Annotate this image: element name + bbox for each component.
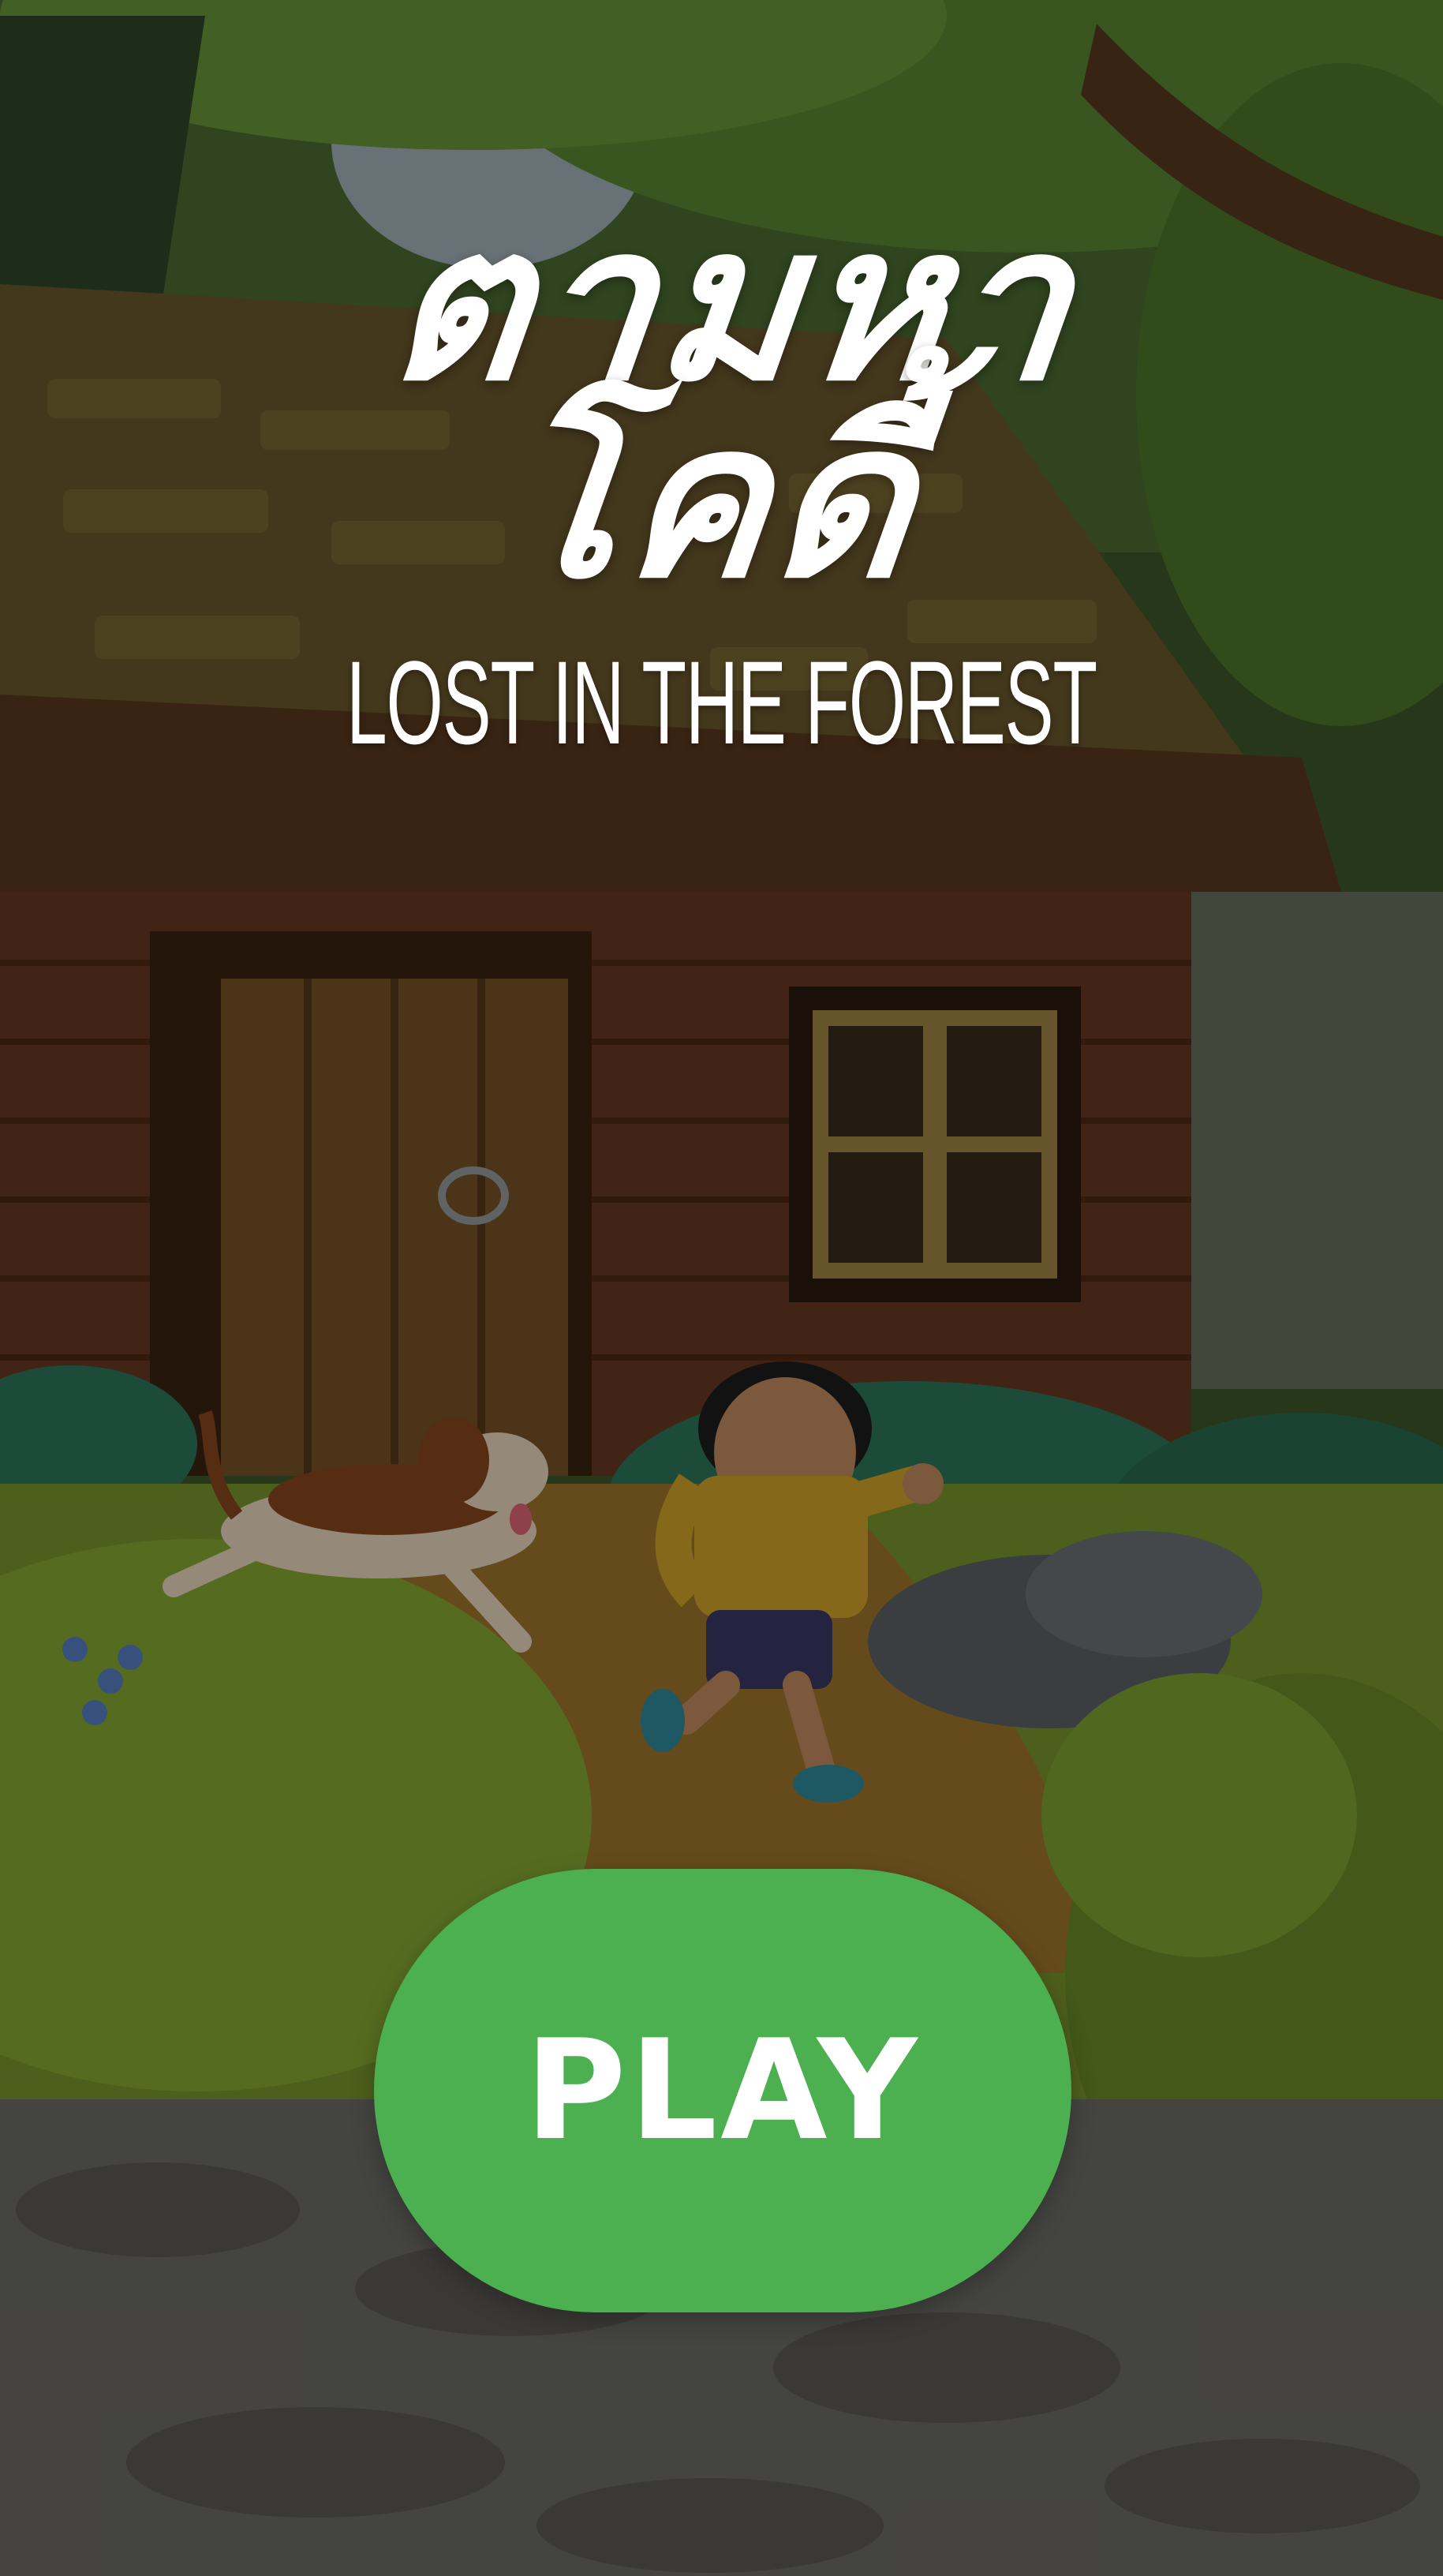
title-block: ตามหาโคดี้ LOST IN THE FOREST (0, 179, 1443, 769)
play-button[interactable]: PLAY (374, 1869, 1071, 2312)
game-subtitle-english: LOST IN THE FOREST (346, 636, 1097, 769)
game-title-screen: ตามหาโคดี้ LOST IN THE FOREST PLAY (0, 0, 1443, 2576)
game-title-thai: ตามหาโคดี้ (377, 179, 1086, 625)
